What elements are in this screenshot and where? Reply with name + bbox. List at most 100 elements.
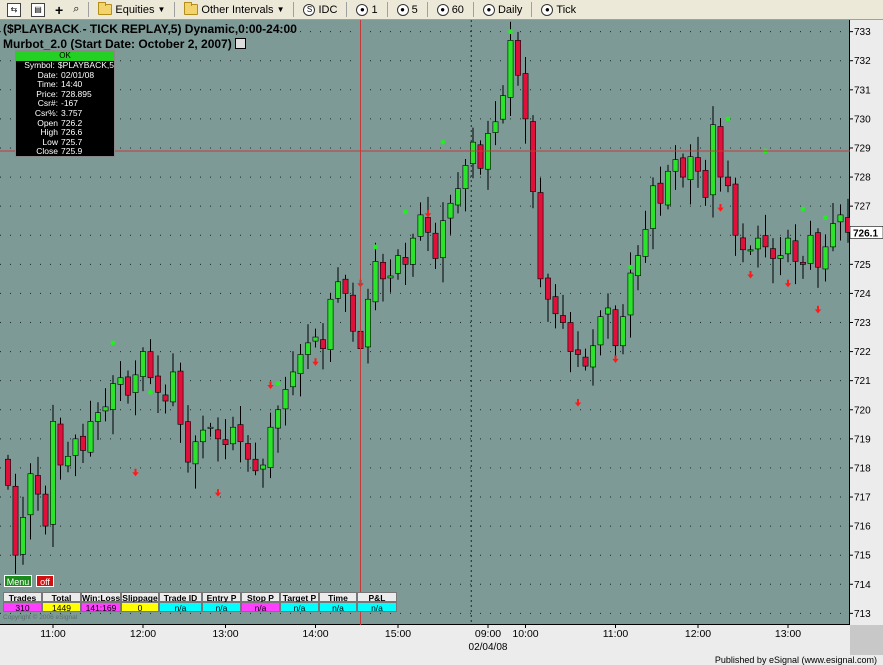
sell-signal-stem	[314, 358, 317, 363]
interval-daily-button[interactable]: ● Daily	[479, 1, 526, 18]
candle-up	[455, 188, 461, 206]
time-label: 13:00	[775, 628, 801, 640]
candle-down	[695, 157, 701, 172]
price-chart[interactable]: ($PLAYBACK - TICK REPLAY,5) Dynamic,0:00…	[0, 20, 851, 625]
candle-down	[432, 232, 439, 259]
properties-button[interactable]: ▤	[27, 1, 49, 18]
stats-header: Win:Loss	[81, 592, 121, 603]
candle-down	[477, 144, 484, 169]
interval-icon: ●	[482, 3, 495, 16]
price-label: 728	[854, 173, 871, 184]
interval-60-button[interactable]: ● 60	[433, 1, 468, 18]
current-price-label: 726.1	[853, 228, 878, 239]
candle-down	[342, 278, 349, 294]
interval-tick-button[interactable]: ● Tick	[537, 1, 580, 18]
time-axis[interactable]: 11:00 12:00 13:00 14:00 15:00 09:00 10:00 11:00…	[0, 625, 850, 655]
time-label: 11:00	[40, 628, 66, 640]
interval-5-button[interactable]: ● 5	[393, 1, 422, 18]
stats-header: Target P	[280, 592, 319, 603]
candle-up	[207, 426, 214, 429]
toolbar: ⇆ ▤ + ⌕ Equities ▼ Other Intervals ▼ S IDC …	[0, 0, 883, 20]
candle-up	[492, 121, 499, 133]
candle-up	[275, 409, 281, 429]
candle-up	[387, 275, 394, 279]
candle-up	[110, 383, 116, 410]
candle-up	[410, 237, 416, 265]
price-label: 729	[854, 143, 871, 154]
interval-idc-button[interactable]: S IDC	[299, 1, 341, 18]
buy-signal-dot	[148, 389, 153, 395]
time-label: 14:00	[302, 628, 328, 640]
candle-up	[507, 40, 514, 98]
buy-signal-dot	[110, 340, 116, 346]
candle-down	[12, 485, 19, 556]
trade-stats-table: Trades Total Win:Loss Slippage Trade ID …	[3, 592, 397, 613]
candle-down	[162, 394, 169, 402]
price-label: 727	[854, 202, 871, 213]
esignal-window: ⇆ ▤ + ⌕ Equities ▼ Other Intervals ▼ S IDC …	[0, 0, 883, 665]
price-axis-svg: 713 714 715 716 717 718 719 720 721 722 723 724 725 7…	[849, 27, 883, 620]
sell-signal-arrow	[214, 492, 222, 497]
stats-value: n/a	[241, 602, 280, 613]
buy-signal-dot	[373, 244, 378, 250]
sell-signal-stem	[749, 270, 752, 275]
candle-down	[762, 235, 769, 248]
candle-up	[500, 95, 506, 120]
buy-signal-dot	[440, 139, 446, 145]
price-axis[interactable]: 713 714 715 716 717 718 719 720 721 722 723 724 725 7…	[849, 20, 883, 625]
price-label: 719	[854, 434, 871, 445]
equities-dropdown[interactable]: Equities ▼	[94, 1, 169, 18]
candle-down	[380, 261, 386, 280]
candle-down	[35, 475, 41, 495]
price-label: 718	[854, 463, 871, 474]
stats-value: n/a	[319, 602, 357, 613]
candle-up	[830, 223, 836, 248]
copyright-text: Copyright © 2006 eSignal	[3, 614, 78, 621]
time-label: 10:00	[512, 628, 538, 640]
candle-down	[425, 217, 431, 233]
sell-signal-arrow	[612, 358, 619, 363]
candle-up	[170, 371, 176, 403]
candle-up	[710, 124, 716, 196]
zoom-button[interactable]: ⌕	[69, 1, 83, 18]
stats-value: 141:169	[81, 602, 121, 613]
menu-button[interactable]: Menu	[4, 575, 32, 587]
candle-up	[440, 220, 446, 258]
candle-down	[222, 439, 229, 445]
candle-down	[57, 423, 64, 466]
chart-area: ($PLAYBACK - TICK REPLAY,5) Dynamic,0:00…	[0, 20, 883, 665]
info-row: Close 725.9	[36, 146, 83, 157]
stats-value: n/a	[357, 602, 397, 613]
symbol-link-button[interactable]: ⇆	[3, 1, 25, 18]
lock-icon[interactable]	[234, 38, 246, 49]
candle-up	[635, 255, 641, 276]
candle-down	[717, 126, 724, 178]
chart-title: ($PLAYBACK - TICK REPLAY,5) Dynamic,0:00…	[3, 22, 297, 36]
time-label: 15:00	[385, 628, 411, 640]
candle-down	[215, 429, 221, 440]
candle-down	[185, 421, 191, 463]
candle-down	[350, 294, 356, 332]
sell-signal-stem	[577, 398, 579, 403]
published-by: Published by eSignal (www.esignal.com)	[714, 655, 877, 665]
interval-1-button[interactable]: ● 1	[352, 1, 381, 18]
candle-up	[470, 141, 476, 164]
price-label: 717	[854, 493, 871, 504]
other-intervals-dropdown[interactable]: Other Intervals ▼	[180, 1, 288, 18]
buy-signal-dot	[823, 215, 828, 221]
stats-header: Trade ID	[159, 592, 202, 603]
candle-down	[252, 458, 259, 472]
candle-up	[132, 374, 139, 393]
off-button[interactable]: off	[36, 575, 54, 587]
candle-down	[725, 176, 731, 187]
add-button[interactable]: +	[51, 1, 67, 18]
stats-header: P&L	[357, 592, 397, 603]
candle-up	[312, 336, 319, 342]
candle-up	[117, 377, 124, 385]
candle-down	[402, 257, 409, 265]
candle-down	[80, 435, 86, 451]
candle-up	[372, 261, 379, 303]
candle-down	[522, 73, 529, 120]
candle-down	[740, 237, 746, 251]
candle-down	[657, 182, 664, 204]
